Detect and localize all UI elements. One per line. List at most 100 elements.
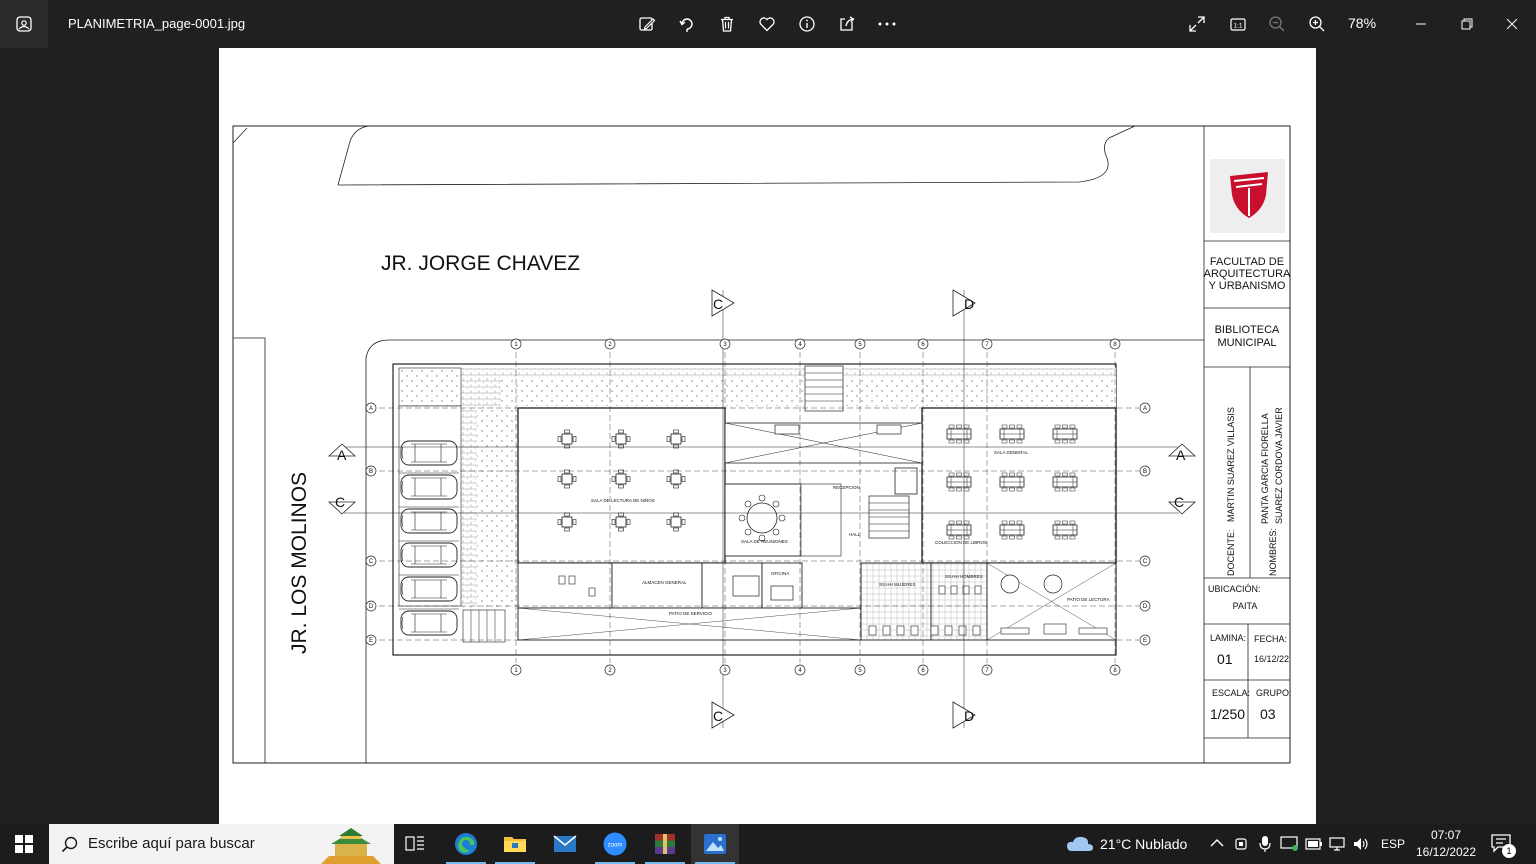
notification-badge: 1 <box>1502 844 1516 858</box>
share-icon[interactable] <box>835 12 859 36</box>
project-line-1: BIBLIOTECA <box>1215 324 1280 336</box>
taskbar: Escribe aquí para buscar zoom 21°C Nubla… <box>0 824 1536 864</box>
clock[interactable]: 07:07 16/12/2022 <box>1408 827 1484 861</box>
axis-letter-c-right: C <box>1143 559 1148 565</box>
escala-label: ESCALA: <box>1212 688 1250 698</box>
axis-letter-a-right: A <box>1143 406 1147 412</box>
chevron-up-icon[interactable] <box>1210 838 1224 848</box>
room-label-recepcion: RECEPCION <box>833 485 860 490</box>
axis-letter-d: D <box>369 604 374 610</box>
fullscreen-icon[interactable] <box>1185 12 1209 36</box>
svg-text:zoom: zoom <box>608 843 623 849</box>
docente-name: MARTIN SUAREZ VILLASIS <box>1226 407 1236 522</box>
faculty-line-3: Y URBANISMO <box>1209 280 1286 292</box>
rotate-icon[interactable] <box>675 12 699 36</box>
info-icon[interactable] <box>795 12 819 36</box>
notification-center-button[interactable]: 1 <box>1490 833 1520 858</box>
section-c-left: C <box>335 494 345 510</box>
fecha-label: FECHA: <box>1254 634 1287 644</box>
microphone-icon[interactable] <box>1258 835 1272 853</box>
room-label-oficina: OFICINA <box>771 571 789 576</box>
room-label-ss-hh-hombres: SS.HH HOMBRES <box>945 574 983 579</box>
room-label-patio-servicio: PATIO DE SERVICIO <box>669 611 713 616</box>
faculty-line-2: ARQUITECTURA <box>1204 268 1291 280</box>
floor-plan-drawing: JR. JORGE CHAVEZ JR. LOS MOLINOS 1 2 3 4… <box>232 125 1292 764</box>
favorite-icon[interactable] <box>755 12 779 36</box>
faculty-line-1: FACULTAD DE <box>1210 256 1284 268</box>
more-icon[interactable] <box>875 12 899 36</box>
cloud-icon <box>1067 836 1093 851</box>
edit-image-icon[interactable] <box>635 12 659 36</box>
taskbar-winrar[interactable] <box>641 824 689 864</box>
search-placeholder: Escribe aquí para buscar <box>88 835 255 852</box>
street-label-top: JR. JORGE CHAVEZ <box>381 252 580 275</box>
svg-text:1:1: 1:1 <box>1233 23 1242 30</box>
grupo-value: 03 <box>1260 706 1276 722</box>
section-d-bottom: D <box>964 708 974 724</box>
axis-letter-b-right: B <box>1143 469 1147 475</box>
room-label-sala-reuniones: SALA DE REUNIONES <box>741 539 788 544</box>
folder-icon <box>504 837 526 852</box>
zoom-level[interactable]: 78% <box>1348 15 1376 31</box>
axis-letter-e: E <box>369 638 373 644</box>
network-icon[interactable] <box>1328 836 1346 852</box>
section-c-top: C <box>713 296 723 312</box>
close-icon[interactable] <box>1500 12 1524 36</box>
battery-icon[interactable] <box>1305 838 1323 850</box>
clock-time: 07:07 <box>1430 828 1462 842</box>
ubicacion-label: UBICACIÓN: <box>1208 584 1261 594</box>
section-a-left: A <box>337 447 347 463</box>
fecha-value: 16/12/22 <box>1254 654 1289 664</box>
docente-label: DOCENTE: <box>1226 529 1236 576</box>
actual-size-icon[interactable]: 1:1 <box>1226 12 1250 36</box>
room-label-almacen: ALMACEN GENERAL <box>642 580 687 585</box>
taskbar-zoom[interactable]: zoom <box>591 824 639 864</box>
zoom-out-icon[interactable] <box>1265 12 1289 36</box>
student-name-2: SUAREZ CORDOVA JAVIER <box>1274 407 1284 524</box>
edge-icon <box>455 833 477 855</box>
mail-icon <box>553 835 577 852</box>
title-bar: PLANIMETRIA_page-0001.jpg 1:1 78% <box>0 0 1536 48</box>
winrar-icon <box>655 834 675 854</box>
photos-icon <box>704 834 726 854</box>
clock-date: 16/12/2022 <box>1415 845 1477 859</box>
taskbar-search-box[interactable]: Escribe aquí para buscar <box>49 824 394 864</box>
section-a-right: A <box>1176 447 1186 463</box>
task-view-button[interactable] <box>391 824 439 864</box>
zoom-icon: zoom <box>603 832 627 856</box>
room-label-ss-hh-mujeres: SS.HH MUJERES <box>879 582 916 587</box>
delete-icon[interactable] <box>715 12 739 36</box>
lamina-value: 01 <box>1217 651 1233 667</box>
start-button[interactable] <box>0 824 48 864</box>
zoom-in-icon[interactable] <box>1305 12 1329 36</box>
lamina-label: LAMINA: <box>1210 633 1246 643</box>
axis-letter-b: B <box>369 469 373 475</box>
image-canvas[interactable]: JR. JORGE CHAVEZ JR. LOS MOLINOS 1 2 3 4… <box>219 48 1316 824</box>
search-highlight-icon <box>321 828 381 864</box>
section-c-right: C <box>1174 494 1184 510</box>
window-title: PLANIMETRIA_page-0001.jpg <box>68 16 246 31</box>
student-name-1: PANTA GARCIA FIORELLA <box>1260 413 1270 524</box>
minimize-icon[interactable] <box>1409 12 1433 36</box>
axis-letter-a: A <box>369 406 373 412</box>
section-c-bottom: C <box>713 708 723 724</box>
nombres-label: NOMBRES: <box>1268 528 1278 576</box>
room-label-hall: HALL <box>849 532 861 537</box>
language-indicator[interactable]: ESP <box>1381 837 1405 851</box>
screen-share-icon[interactable] <box>1280 836 1298 852</box>
escala-value: 1/250 <box>1210 706 1245 722</box>
taskbar-photos[interactable] <box>691 824 739 864</box>
photos-app-icon[interactable] <box>0 0 48 48</box>
volume-icon[interactable] <box>1352 836 1370 852</box>
room-label-patio-lectura: PATIO DE LECTURA <box>1067 597 1110 602</box>
taskbar-edge[interactable] <box>442 824 490 864</box>
weather-text[interactable]: 21°C Nublado <box>1100 836 1187 852</box>
taskbar-file-explorer[interactable] <box>491 824 539 864</box>
room-label-sala-general: SALA GENERAL <box>994 450 1029 455</box>
restore-icon[interactable] <box>1455 12 1479 36</box>
section-d-top: D <box>964 296 974 312</box>
meet-now-icon[interactable] <box>1234 836 1248 852</box>
axis-letter-e-right: E <box>1143 638 1147 644</box>
taskbar-mail[interactable] <box>541 824 589 864</box>
room-label-sala-ninos: SALA DE LECTURA DE NIÑOS <box>591 497 655 503</box>
